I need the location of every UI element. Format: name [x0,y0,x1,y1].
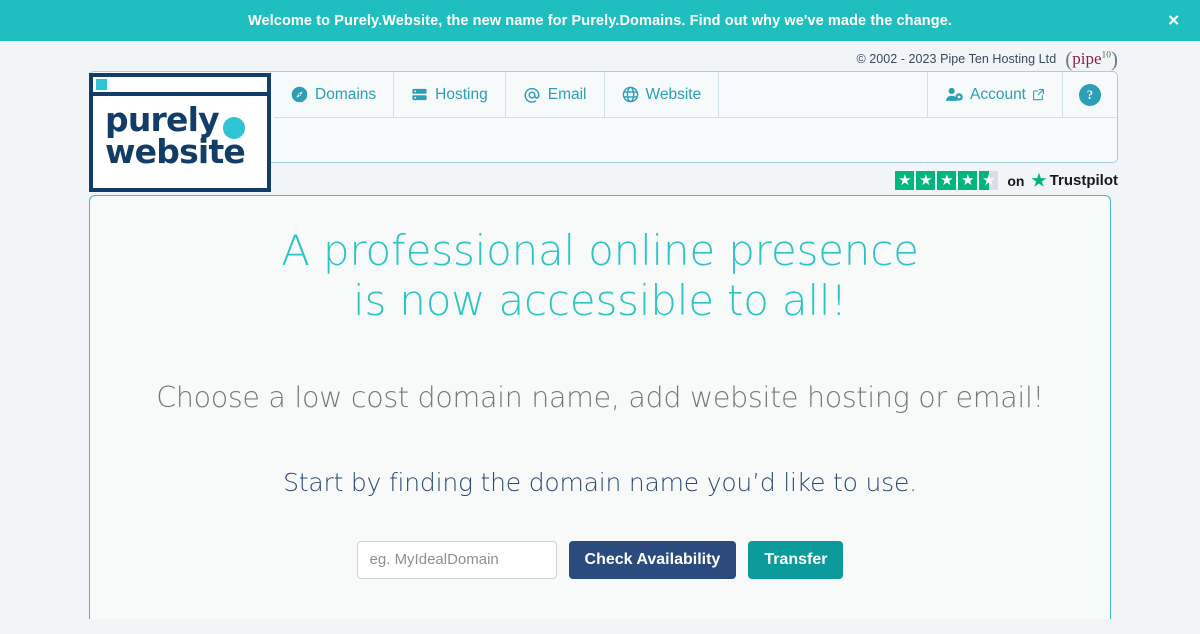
pipe-ten-logo: (pipe10) [1065,47,1118,72]
pipe-logo-word: pipe [1072,49,1102,68]
logo-line-2: website [105,132,246,171]
hero-subtitle-2: Start by finding the domain name you’d l… [283,467,917,497]
nav-label-domains: Domains [315,85,377,103]
pipe-logo-superscript: 10 [1101,50,1112,61]
check-availability-button[interactable]: Check Availability [568,540,737,579]
logo-accent-dot-icon [223,117,245,139]
star-half: ★ [979,171,999,190]
globe-icon [622,86,639,103]
logo-wordmark: purely website [93,96,267,168]
star-glyph-icon: ★ [961,172,975,189]
announcement-banner: Welcome to Purely.Website, the new name … [0,0,1200,41]
nav-label-website: Website [645,85,702,103]
logo-titlebar-square [96,79,107,90]
page-title: A professional online presence is now ac… [110,226,1090,326]
nav-item-account[interactable]: Account [928,72,1063,117]
trustpilot-on-label: on [1007,172,1025,189]
nav-label-email: Email [547,85,587,103]
star-full: ★ [895,171,915,190]
hero-card: A professional online presence is now ac… [89,195,1111,619]
trustpilot-brand-label: Trustpilot [1049,172,1118,189]
trustpilot-stars: ★ ★ ★ ★ ★ [895,171,999,190]
logo-titlebar-bar [110,79,264,90]
transfer-button[interactable]: Transfer [748,540,844,579]
domain-search-form: Check Availability Transfer [110,540,1090,579]
page-body: © 2002 - 2023 Pipe Ten Hosting Ltd (pipe… [0,41,1200,619]
nav-spacer [719,72,928,117]
site-logo[interactable]: purely website [89,73,271,192]
nav-item-email[interactable]: Email [506,72,605,117]
hero-subtitle-1: Choose a low cost domain name, add websi… [156,380,1044,414]
star-full: ★ [916,171,936,190]
site-header: Domains Hosting Email Website Account ? … [89,71,1118,192]
announcement-text: Welcome to Purely.Website, the new name … [247,12,952,29]
logo-browser-titlebar [93,77,267,96]
copyright-row: © 2002 - 2023 Pipe Ten Hosting Ltd (pipe… [0,41,1200,71]
server-icon [411,86,428,103]
copyright-text: © 2002 - 2023 Pipe Ten Hosting Ltd [856,51,1057,66]
star-glyph-icon: ★ [898,172,912,189]
banner-close-icon[interactable]: ✕ [1161,9,1186,32]
star-full: ★ [958,171,978,190]
domain-search-input[interactable] [356,540,557,579]
nav-item-hosting[interactable]: Hosting [394,72,506,117]
star-glyph-icon: ★ [940,172,954,189]
trustpilot-brand: ★ Trustpilot [1031,172,1118,189]
hero-title-line-2: is now accessible to all! [352,275,848,325]
question-mark-icon: ? [1079,83,1101,106]
external-link-icon [1032,88,1045,101]
user-gear-icon [945,86,964,103]
star-glyph-icon: ★ [982,172,996,189]
star-full: ★ [937,171,957,190]
trustpilot-star-icon: ★ [1031,171,1047,190]
hero-title-line-1: A professional online presence [281,226,919,275]
nav-label-hosting: Hosting [435,85,488,103]
main-navigation: Domains Hosting Email Website Account ? [274,72,1117,118]
star-glyph-icon: ★ [919,172,933,189]
pipe-logo-close-paren: ) [1111,47,1118,71]
nav-item-help[interactable]: ? [1063,72,1117,117]
nav-item-website[interactable]: Website [605,72,720,117]
nav-item-domains[interactable]: Domains [274,72,395,117]
nav-label-account: Account [969,85,1026,103]
compass-icon [291,86,308,103]
at-sign-icon [523,86,541,104]
